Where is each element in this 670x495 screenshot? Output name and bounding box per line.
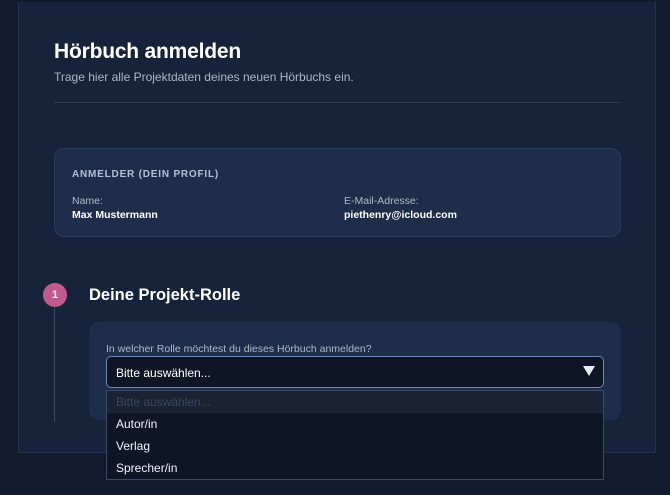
- page-title: Hörbuch anmelden: [54, 40, 241, 63]
- page-subtitle: Trage hier alle Projektdaten deines neue…: [54, 70, 354, 84]
- triangle-down-icon: [583, 366, 595, 376]
- profile-heading: ANMELDER (DEIN PROFIL): [72, 169, 220, 180]
- dropdown-option-verlag[interactable]: Verlag: [107, 435, 603, 457]
- profile-card: ANMELDER (DEIN PROFIL) Name: Max Musterm…: [54, 148, 621, 237]
- email-value: piethenry@icloud.com: [344, 209, 457, 221]
- role-question-label: In welcher Rolle möchtest du dieses Hörb…: [106, 343, 372, 355]
- step-connector-line: [54, 307, 55, 421]
- role-select-value: Bitte auswählen...: [116, 366, 211, 380]
- role-dropdown-list: Bitte auswählen... Autor/in Verlag Sprec…: [106, 390, 604, 480]
- name-value: Max Mustermann: [72, 209, 158, 221]
- name-label: Name:: [72, 195, 103, 207]
- step-title: Deine Projekt-Rolle: [89, 286, 241, 304]
- role-select[interactable]: Bitte auswählen...: [106, 356, 604, 388]
- dropdown-option-sprecher[interactable]: Sprecher/in: [107, 457, 603, 479]
- dropdown-option-placeholder: Bitte auswählen...: [107, 391, 603, 413]
- dropdown-option-autor[interactable]: Autor/in: [107, 413, 603, 435]
- header-divider: [54, 102, 621, 103]
- email-label: E-Mail-Adresse:: [344, 195, 419, 207]
- step-number-badge: 1: [43, 283, 67, 307]
